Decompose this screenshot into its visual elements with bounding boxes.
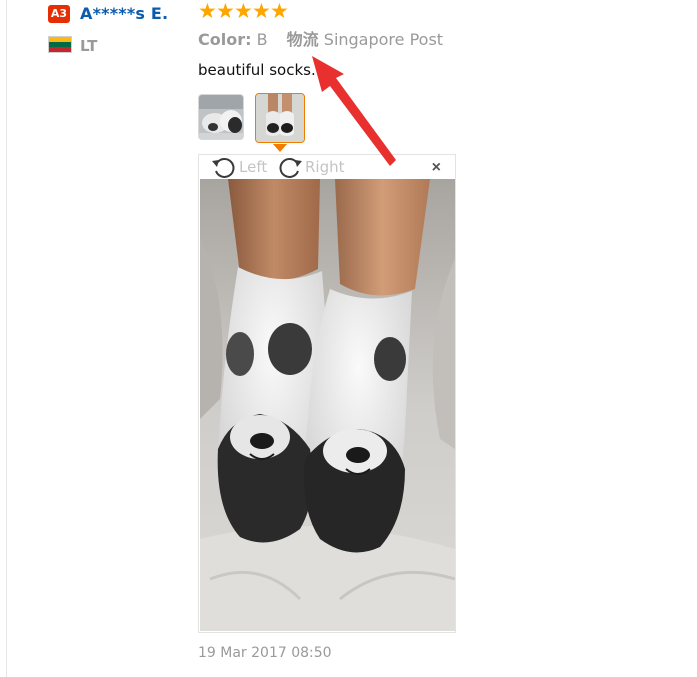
- left-divider: [6, 0, 7, 677]
- review-page: A3 A*****s E. LT ★ ★ ★ ★ ★ Color: B 物流 S…: [0, 0, 697, 677]
- review-text: beautiful socks.: [198, 61, 316, 79]
- star-icon: ★: [216, 0, 235, 23]
- photo-thumb-1[interactable]: [198, 94, 244, 140]
- star-rating: ★ ★ ★ ★ ★: [198, 0, 289, 25]
- lithuania-flag-icon: [48, 36, 72, 53]
- buyer-level-badge: A3: [48, 5, 70, 23]
- photo-viewer: Left Right ×: [198, 154, 456, 633]
- color-attribute-key: Color:: [198, 30, 252, 49]
- shipping-attribute-value: Singapore Post: [323, 30, 444, 49]
- viewer-toolbar: Left Right ×: [199, 155, 455, 179]
- review-attributes: Color: B 物流 Singapore Post: [198, 30, 443, 50]
- review-timestamp: 19 Mar 2017 08:50: [198, 645, 332, 661]
- rotate-left-icon: [212, 158, 235, 178]
- panda-socks-photo: [200, 179, 455, 631]
- review-photo: [200, 179, 455, 631]
- thumb-1-image: [199, 95, 243, 139]
- star-icon: ★: [270, 0, 289, 23]
- shipping-attribute-key: 物流: [286, 30, 319, 49]
- rotate-left-button[interactable]: Left: [211, 155, 267, 179]
- thumb-2-image: [256, 94, 304, 142]
- selected-thumb-caret: [273, 144, 287, 152]
- rotate-right-button[interactable]: Right: [277, 155, 345, 179]
- reviewer-country: LT: [80, 37, 98, 55]
- close-icon[interactable]: ×: [432, 158, 441, 178]
- star-icon: ★: [252, 0, 271, 23]
- color-attribute-value: B: [256, 30, 268, 49]
- star-icon: ★: [198, 0, 217, 23]
- star-icon: ★: [234, 0, 253, 23]
- rotate-left-label: Left: [239, 158, 268, 176]
- rotate-right-icon: [279, 158, 302, 178]
- reviewer-name[interactable]: A*****s E.: [80, 4, 168, 24]
- photo-thumb-2[interactable]: [255, 93, 305, 143]
- rotate-right-label: Right: [305, 158, 345, 176]
